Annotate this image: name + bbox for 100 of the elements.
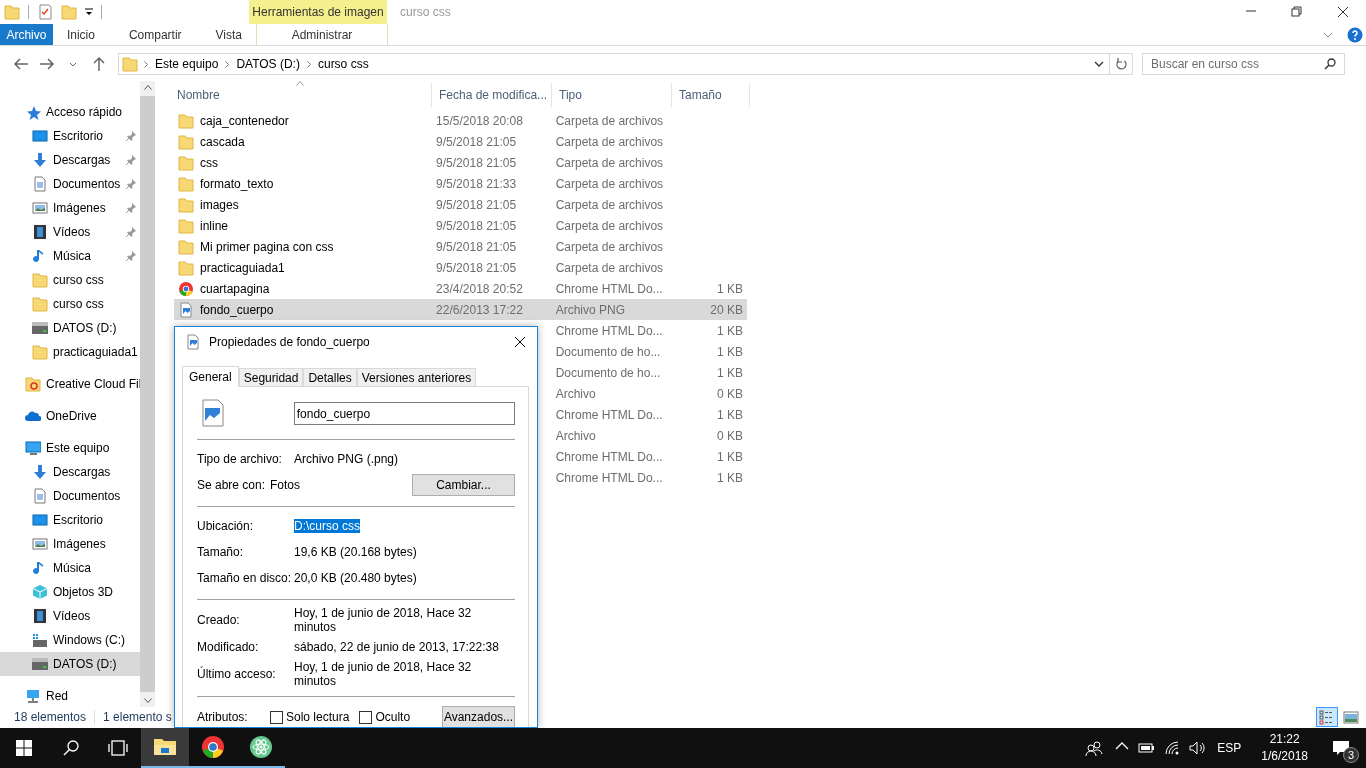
- language-indicator[interactable]: ESP: [1209, 741, 1254, 755]
- help-icon[interactable]: [1347, 26, 1363, 43]
- advanced-button[interactable]: Avanzados...: [442, 706, 515, 727]
- breadcrumb-item[interactable]: DATOS (D:): [235, 57, 301, 71]
- dialog-tab[interactable]: Versiones anteriores: [356, 368, 477, 386]
- dialog-tab[interactable]: General: [182, 366, 239, 387]
- speaker-icon[interactable]: [1188, 740, 1205, 756]
- field-value: Fotos: [270, 478, 300, 492]
- sidebar-item[interactable]: Descargas: [0, 148, 140, 172]
- file-row[interactable]: cuartapagina 23/4/2018 20:52 Chrome HTML Do... 1 KB: [174, 278, 747, 299]
- clock-time[interactable]: 21:22: [1269, 731, 1300, 748]
- sidebar-item[interactable]: OneDrive: [0, 404, 140, 428]
- sidebar-item[interactable]: practicaguiada1: [0, 340, 140, 364]
- column-header[interactable]: Tamaño: [672, 83, 750, 107]
- view-button[interactable]: [1316, 707, 1338, 727]
- file-name: formato_texto: [200, 176, 274, 191]
- ribbon-tab[interactable]: Administrar: [256, 24, 388, 45]
- file-name-field[interactable]: fondo_cuerpo: [293, 402, 515, 425]
- sidebar-item[interactable]: Música: [0, 556, 140, 580]
- windows-logo-icon[interactable]: [15, 740, 32, 756]
- sidebar-item[interactable]: Windows (C:): [0, 628, 140, 652]
- sidebar-item[interactable]: Documentos: [0, 484, 140, 508]
- folder-icon: [25, 376, 41, 392]
- sidebar-item[interactable]: Vídeos: [0, 220, 140, 244]
- notification-icon[interactable]: [1332, 740, 1350, 756]
- clock-date[interactable]: 1/6/2018: [1261, 748, 1308, 765]
- sidebar-item[interactable]: Acceso rápido: [0, 100, 140, 124]
- table-cell-text: 1 KB: [716, 470, 744, 485]
- chevron-down-icon[interactable]: [69, 61, 77, 67]
- scrollbar[interactable]: [140, 81, 155, 707]
- sidebar-item[interactable]: Imágenes: [0, 532, 140, 556]
- dialog-tab[interactable]: Detalles: [303, 368, 357, 386]
- sidebar-item[interactable]: Música: [0, 244, 140, 268]
- taskbar-app[interactable]: [141, 728, 189, 768]
- up-arrow-icon[interactable]: [91, 56, 107, 72]
- back-arrow-icon[interactable]: [13, 56, 29, 72]
- breadcrumb-item[interactable]: curso css: [316, 57, 370, 71]
- column-header[interactable]: Tipo: [552, 83, 672, 107]
- checkbox-label[interactable]: Oculto: [375, 710, 411, 724]
- sidebar-item[interactable]: Escritorio: [0, 508, 140, 532]
- close-icon[interactable]: [1337, 6, 1349, 18]
- sidebar-item[interactable]: Escritorio: [0, 124, 140, 148]
- sidebar-item[interactable]: Descargas: [0, 460, 140, 484]
- file-row[interactable]: cascada 9/5/2018 21:05 Carpeta de archivos: [174, 131, 747, 152]
- table-cell-text: 1 KB: [716, 407, 744, 422]
- sidebar-item[interactable]: Vídeos: [0, 604, 140, 628]
- search-field[interactable]: Buscar en curso css: [1142, 53, 1345, 75]
- dropdown-icon[interactable]: [85, 7, 93, 17]
- restore-icon[interactable]: [1291, 6, 1303, 18]
- battery-icon[interactable]: [1138, 740, 1156, 756]
- refresh-icon[interactable]: [1115, 58, 1127, 70]
- people-icon[interactable]: [1085, 740, 1104, 756]
- ribbon-tab[interactable]: Vista: [201, 24, 257, 45]
- chevron-down-icon: [143, 698, 152, 703]
- search-icon[interactable]: [62, 740, 79, 756]
- sidebar-item[interactable]: curso css: [0, 268, 140, 292]
- change-button[interactable]: Cambiar...: [412, 474, 515, 496]
- sidebar-item[interactable]: Documentos: [0, 172, 140, 196]
- checkbox-label[interactable]: Solo lectura: [286, 710, 350, 724]
- ribbon-tab[interactable]: Inicio: [52, 24, 109, 45]
- sidebar-item[interactable]: DATOS (D:): [0, 316, 140, 340]
- sidebar-item[interactable]: Red: [0, 684, 140, 706]
- column-header[interactable]: Fecha de modifica...: [432, 83, 552, 107]
- table-cell-text: Chrome HTML Do...: [554, 470, 664, 485]
- ribbon-tab[interactable]: Archivo: [0, 24, 53, 45]
- pin-icon: [126, 155, 136, 165]
- sidebar-item[interactable]: curso css: [0, 292, 140, 316]
- checkbox[interactable]: [359, 710, 373, 724]
- close-icon[interactable]: [514, 336, 526, 348]
- file-row[interactable]: practicaguiada1 9/5/2018 21:05 Carpeta de archivos: [174, 257, 747, 278]
- file-name: inline: [200, 218, 229, 233]
- file-row[interactable]: Mi primer pagina con css 9/5/2018 21:05 Carpeta de archivos: [174, 236, 747, 257]
- drive-icon: [32, 320, 48, 336]
- search-icon[interactable]: [1324, 58, 1336, 70]
- chevron-down-icon[interactable]: [1094, 61, 1104, 67]
- file-row[interactable]: fondo_cuerpo 22/6/2013 17:22 Archivo PNG 20 KB: [174, 299, 747, 320]
- folder-icon: [32, 296, 48, 312]
- folder-icon: [178, 217, 194, 234]
- column-header[interactable]: Nombre: [170, 83, 432, 107]
- sidebar-item[interactable]: DATOS (D:): [0, 652, 140, 676]
- task-view-icon[interactable]: [107, 739, 128, 757]
- pin-icon: [126, 179, 136, 189]
- sidebar-item[interactable]: Objetos 3D: [0, 580, 140, 604]
- file-row[interactable]: formato_texto 9/5/2018 21:33 Carpeta de archivos: [174, 173, 747, 194]
- file-row[interactable]: images 9/5/2018 21:05 Carpeta de archivos: [174, 194, 747, 215]
- ribbon-tab[interactable]: Compartir: [108, 24, 202, 45]
- sidebar-item[interactable]: Creative Cloud Fil: [0, 372, 140, 396]
- breadcrumb-item[interactable]: Este equipo: [154, 57, 220, 71]
- checklist-icon[interactable]: [37, 4, 53, 20]
- wifi-icon[interactable]: [1163, 740, 1180, 756]
- dialog-tab[interactable]: Seguridad: [238, 368, 304, 386]
- file-row[interactable]: caja_contenedor 15/5/2018 20:08 Carpeta de archivos: [174, 110, 747, 131]
- chevron-right-icon: [225, 60, 230, 68]
- file-row[interactable]: inline 9/5/2018 21:05 Carpeta de archivos: [174, 215, 747, 236]
- monitor-icon: [25, 440, 41, 456]
- file-row[interactable]: css 9/5/2018 21:05 Carpeta de archivos: [174, 152, 747, 173]
- checkbox[interactable]: [270, 710, 283, 724]
- forward-arrow-icon[interactable]: [39, 56, 55, 72]
- sidebar-item[interactable]: Este equipo: [0, 436, 140, 460]
- sidebar-item[interactable]: Imágenes: [0, 196, 140, 220]
